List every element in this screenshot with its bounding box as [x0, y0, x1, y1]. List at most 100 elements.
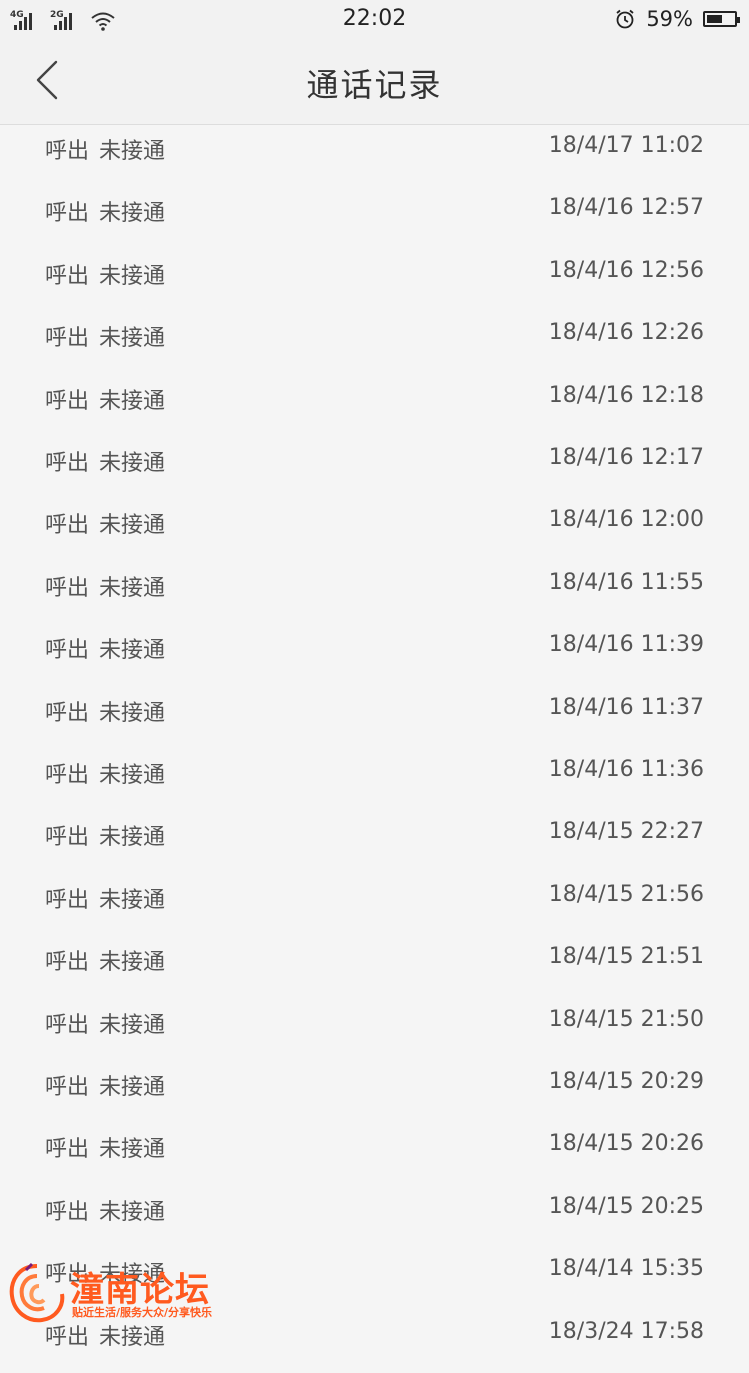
call-time: 18/4/16 11:55: [548, 570, 704, 595]
call-time: 18/3/24 17:58: [548, 1319, 704, 1344]
call-log-row[interactable]: 呼出 未接通 18/4/16 11:36: [0, 749, 749, 811]
call-status: 未接通: [99, 1137, 166, 1162]
call-status: 未接通: [99, 888, 166, 913]
call-status: 未接通: [99, 201, 166, 226]
call-time: 18/4/17 11:02: [548, 133, 704, 158]
call-direction: 呼出: [45, 825, 90, 850]
call-direction: 呼出: [45, 1325, 90, 1350]
call-direction: 呼出: [45, 1137, 90, 1162]
call-description: 呼出 未接通: [45, 757, 165, 789]
call-time: 18/4/16 11:36: [548, 757, 704, 782]
call-status: 未接通: [99, 513, 166, 538]
call-status: 未接通: [99, 576, 166, 601]
call-description: 呼出 未接通: [45, 320, 165, 352]
call-description: 呼出 未接通: [45, 133, 165, 165]
call-direction: 呼出: [45, 326, 90, 351]
call-log-row[interactable]: 呼出 未接通 18/4/16 12:26: [0, 312, 749, 374]
watermark-slogan: 贴近生活/服务大众/分享快乐: [72, 1306, 213, 1319]
call-status: 未接通: [99, 326, 166, 351]
alarm-icon: [616, 9, 634, 29]
battery-icon: [703, 11, 740, 27]
battery-fill: [707, 15, 722, 23]
call-log-row[interactable]: 呼出 未接通 18/4/15 22:27: [0, 811, 749, 873]
call-status: 未接通: [99, 1200, 166, 1225]
call-log-row[interactable]: 呼出 未接通 18/4/15 21:56: [0, 874, 749, 936]
call-time: 18/4/16 12:00: [548, 507, 704, 532]
call-direction: 呼出: [45, 1200, 90, 1225]
call-status: 未接通: [99, 139, 166, 164]
call-status: 未接通: [99, 763, 166, 788]
call-log-row[interactable]: 呼出 未接通 18/4/15 20:29: [0, 1061, 749, 1123]
call-time: 18/4/16 11:37: [548, 695, 704, 720]
call-log-row[interactable]: 呼出 未接通 18/4/16 11:37: [0, 687, 749, 749]
call-status: 未接通: [99, 638, 166, 663]
call-description: 呼出 未接通: [45, 944, 165, 976]
call-description: 呼出 未接通: [45, 570, 165, 602]
call-direction: 呼出: [45, 451, 90, 476]
call-description: 呼出 未接通: [45, 1007, 165, 1039]
call-status: 未接通: [99, 389, 166, 414]
call-description: 呼出 未接通: [45, 383, 165, 415]
call-time: 18/4/14 15:35: [548, 1256, 704, 1281]
call-time: 18/4/15 21:56: [548, 882, 704, 907]
call-status: 未接通: [99, 1325, 166, 1350]
forum-logo-icon: [9, 1262, 65, 1323]
call-log-row[interactable]: 呼出 未接通 18/4/15 20:25: [0, 1186, 749, 1248]
call-time: 18/4/15 21:50: [548, 1007, 704, 1032]
status-bar: 4G 2G 22:02 59%: [0, 0, 749, 38]
call-log-row[interactable]: 呼出 未接通 18/4/16 12:57: [0, 187, 749, 249]
call-direction: 呼出: [45, 950, 90, 975]
call-time: 18/4/16 12:18: [548, 383, 704, 408]
call-log-row[interactable]: 呼出 未接通 18/4/16 12:18: [0, 375, 749, 437]
call-log-row[interactable]: 呼出 未接通 18/4/15 21:51: [0, 936, 749, 998]
call-time: 18/4/15 20:29: [548, 1069, 704, 1094]
call-time: 18/4/15 22:27: [548, 819, 704, 844]
call-description: 呼出 未接通: [45, 195, 165, 227]
call-direction: 呼出: [45, 888, 90, 913]
call-description: 呼出 未接通: [45, 258, 165, 290]
call-log-row[interactable]: 呼出 未接通 18/4/16 11:39: [0, 624, 749, 686]
call-description: 呼出 未接通: [45, 1069, 165, 1101]
call-direction: 呼出: [45, 139, 90, 164]
call-direction: 呼出: [45, 576, 90, 601]
call-log-row[interactable]: 呼出 未接通 18/4/16 12:00: [0, 499, 749, 561]
call-description: 呼出 未接通: [45, 507, 165, 539]
call-time: 18/4/15 20:26: [548, 1131, 704, 1156]
call-time: 18/4/16 12:17: [548, 445, 704, 470]
call-direction: 呼出: [45, 638, 90, 663]
call-time: 18/4/15 20:25: [548, 1194, 704, 1219]
call-log-row[interactable]: 呼出 未接通 18/4/15 20:26: [0, 1123, 749, 1185]
call-direction: 呼出: [45, 201, 90, 226]
call-log-row[interactable]: 呼出 未接通 18/4/16 11:55: [0, 562, 749, 624]
forum-watermark: 潼南论坛 贴近生活/服务大众/分享快乐: [6, 1262, 256, 1326]
call-log-row[interactable]: 呼出 未接通 18/4/17 11:02: [0, 125, 749, 187]
call-time: 18/4/16 11:39: [548, 632, 704, 657]
call-time: 18/4/15 21:51: [548, 944, 704, 969]
page-title: 通话记录: [306, 66, 443, 104]
call-status: 未接通: [99, 825, 166, 850]
app-header: 通话记录: [0, 38, 749, 125]
call-description: 呼出 未接通: [45, 445, 165, 477]
status-bar-right: 59%: [614, 6, 740, 32]
call-description: 呼出 未接通: [45, 1131, 165, 1163]
call-status: 未接通: [99, 264, 166, 289]
call-description: 呼出 未接通: [45, 632, 165, 664]
call-direction: 呼出: [45, 264, 90, 289]
battery-percent: 59%: [646, 7, 693, 31]
call-log-row[interactable]: 呼出 未接通 18/4/16 12:17: [0, 437, 749, 499]
call-status: 未接通: [99, 950, 166, 975]
call-description: 呼出 未接通: [45, 695, 165, 727]
call-status: 未接通: [99, 451, 166, 476]
call-description: 呼出 未接通: [45, 819, 165, 851]
call-status: 未接通: [99, 1075, 166, 1100]
call-description: 呼出 未接通: [45, 882, 165, 914]
call-status: 未接通: [99, 701, 166, 726]
call-log-row[interactable]: 呼出 未接通 18/4/16 12:56: [0, 250, 749, 312]
call-log-row[interactable]: 呼出 未接通 18/4/15 21:50: [0, 999, 749, 1061]
call-time: 18/4/16 12:57: [548, 195, 704, 220]
call-direction: 呼出: [45, 701, 90, 726]
call-direction: 呼出: [45, 513, 90, 538]
call-direction: 呼出: [45, 763, 90, 788]
call-direction: 呼出: [45, 389, 90, 414]
call-status: 未接通: [99, 1013, 166, 1038]
